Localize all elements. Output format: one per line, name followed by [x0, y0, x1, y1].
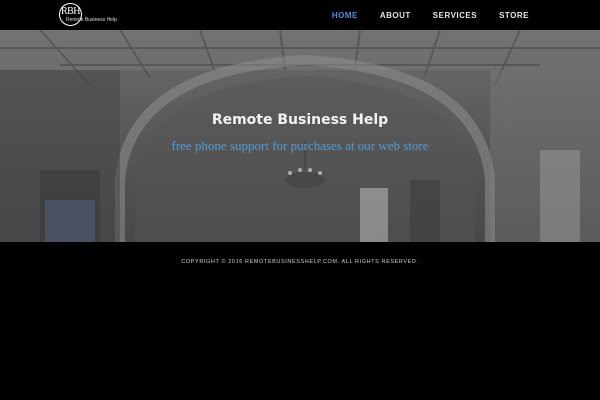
copyright-text: COPYRIGHT © 2016 REMOTEBUSINESSHELP.COM.… [181, 259, 419, 265]
site-logo[interactable]: RBH Remote Business Help [57, 2, 121, 28]
hero-tagline: free phone support for purchases at our … [171, 138, 429, 153]
site-footer: COPYRIGHT © 2016 REMOTEBUSINESSHELP.COM.… [0, 242, 600, 400]
logo-mark: RBH [60, 6, 81, 17]
nav-item-services[interactable]: SERVICES [422, 11, 488, 20]
nav-item-store[interactable]: STORE [488, 11, 540, 20]
hero-background-image [0, 30, 600, 242]
nav-item-about[interactable]: ABOUT [369, 11, 422, 20]
main-nav: HOME ABOUT SERVICES STORE [321, 0, 540, 30]
nav-item-home[interactable]: HOME [321, 11, 369, 20]
top-navbar: RBH Remote Business Help HOME ABOUT SERV… [0, 0, 600, 30]
logo-text: Remote Business Help [66, 17, 117, 23]
hero-title: Remote Business Help [211, 112, 389, 128]
hero-banner: Remote Business Help free phone support … [0, 30, 600, 242]
